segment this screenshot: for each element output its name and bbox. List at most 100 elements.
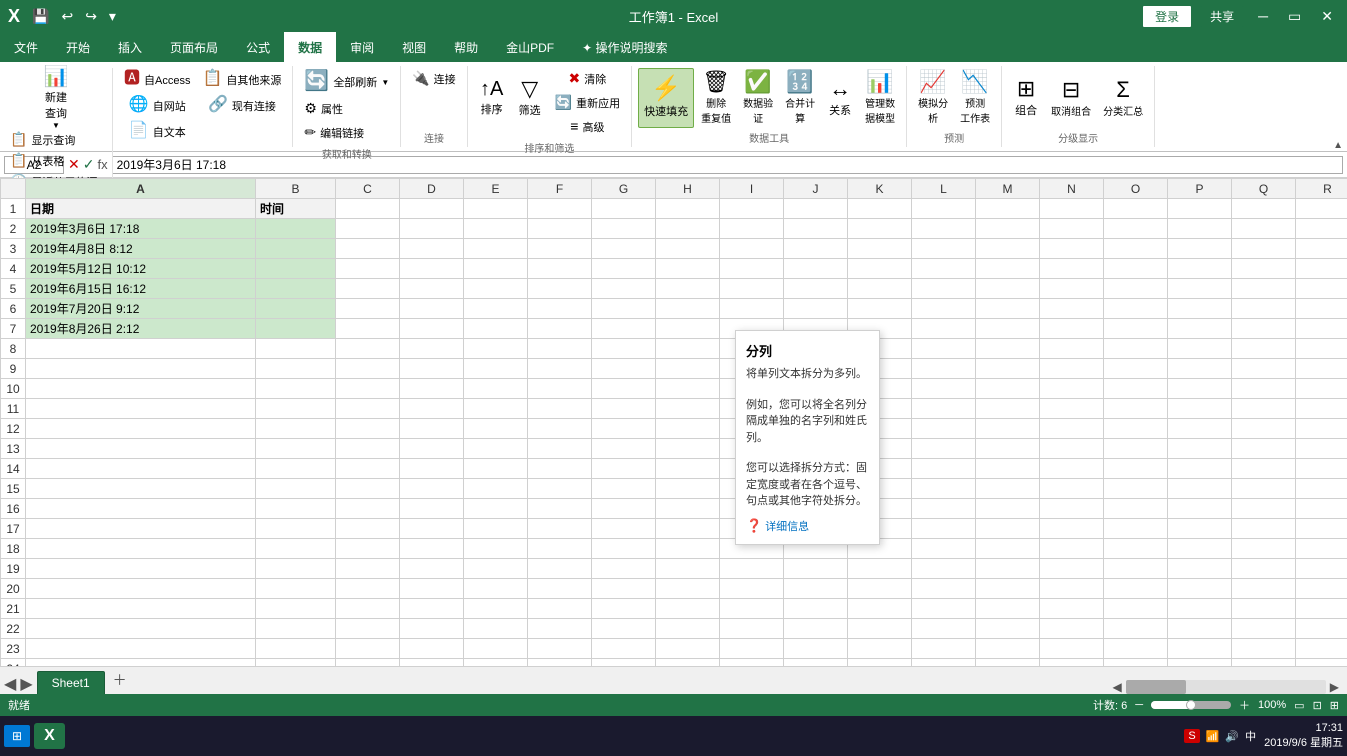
cell-q11[interactable]	[1232, 399, 1296, 419]
cell-n14[interactable]	[1040, 459, 1104, 479]
cell-l8[interactable]	[912, 339, 976, 359]
show-query-btn[interactable]: 📋显示查询	[6, 130, 106, 150]
cell-b15[interactable]	[256, 479, 336, 499]
cell-d4[interactable]	[400, 259, 464, 279]
start-button[interactable]: ⊞	[4, 725, 30, 747]
cell-m11[interactable]	[976, 399, 1040, 419]
cell-q14[interactable]	[1232, 459, 1296, 479]
table-row[interactable]: 15	[1, 479, 1347, 499]
cell-a6[interactable]: 2019年7月20日 9:12	[26, 299, 256, 319]
cell-g20[interactable]	[592, 579, 656, 599]
table-row[interactable]: 8	[1, 339, 1347, 359]
cell-g10[interactable]	[592, 379, 656, 399]
cell-h14[interactable]	[656, 459, 720, 479]
cell-a16[interactable]	[26, 499, 256, 519]
cell-n4[interactable]	[1040, 259, 1104, 279]
cell-e9[interactable]	[464, 359, 528, 379]
cell-a19[interactable]	[26, 559, 256, 579]
cell-a22[interactable]	[26, 619, 256, 639]
cell-f15[interactable]	[528, 479, 592, 499]
cell-o16[interactable]	[1104, 499, 1168, 519]
cell-h23[interactable]	[656, 639, 720, 659]
cell-c12[interactable]	[336, 419, 400, 439]
cell-f17[interactable]	[528, 519, 592, 539]
cell-q3[interactable]	[1232, 239, 1296, 259]
table-row[interactable]: 72019年8月26日 2:12	[1, 319, 1347, 339]
cell-g4[interactable]	[592, 259, 656, 279]
cell-b1[interactable]: 时间	[256, 199, 336, 219]
zoom-in-icon[interactable]: ＋	[1239, 697, 1250, 713]
cell-m13[interactable]	[976, 439, 1040, 459]
cell-o14[interactable]	[1104, 459, 1168, 479]
cell-h21[interactable]	[656, 599, 720, 619]
cell-o18[interactable]	[1104, 539, 1168, 559]
login-button[interactable]: 登录	[1142, 5, 1192, 28]
cell-h24[interactable]	[656, 659, 720, 667]
excel-taskbar-btn[interactable]: X	[34, 723, 65, 749]
cell-i24[interactable]	[720, 659, 784, 667]
tab-help[interactable]: 帮助	[440, 32, 492, 62]
cell-h16[interactable]	[656, 499, 720, 519]
table-row[interactable]: 14	[1, 459, 1347, 479]
cell-e18[interactable]	[464, 539, 528, 559]
cell-p15[interactable]	[1168, 479, 1232, 499]
cell-n20[interactable]	[1040, 579, 1104, 599]
cell-m9[interactable]	[976, 359, 1040, 379]
cell-c3[interactable]	[336, 239, 400, 259]
cell-f9[interactable]	[528, 359, 592, 379]
refresh-all-btn[interactable]: 🔄 全部刷新 ▼	[299, 68, 394, 96]
cell-d6[interactable]	[400, 299, 464, 319]
cell-b16[interactable]	[256, 499, 336, 519]
cell-r18[interactable]	[1296, 539, 1347, 559]
cell-p18[interactable]	[1168, 539, 1232, 559]
undo-icon[interactable]: ↩	[57, 6, 77, 27]
cell-r21[interactable]	[1296, 599, 1347, 619]
cell-l21[interactable]	[912, 599, 976, 619]
cell-p4[interactable]	[1168, 259, 1232, 279]
cell-d2[interactable]	[400, 219, 464, 239]
cell-c9[interactable]	[336, 359, 400, 379]
cell-q4[interactable]	[1232, 259, 1296, 279]
table-row[interactable]: 22	[1, 619, 1347, 639]
cell-p13[interactable]	[1168, 439, 1232, 459]
cell-n2[interactable]	[1040, 219, 1104, 239]
cell-b2[interactable]	[256, 219, 336, 239]
tab-jinshan-pdf[interactable]: 金山PDF	[492, 32, 568, 62]
cell-d10[interactable]	[400, 379, 464, 399]
table-row[interactable]: 24	[1, 659, 1347, 667]
cell-b17[interactable]	[256, 519, 336, 539]
table-row[interactable]: 12	[1, 419, 1347, 439]
cell-k2[interactable]	[848, 219, 912, 239]
cell-b7[interactable]	[256, 319, 336, 339]
cell-l18[interactable]	[912, 539, 976, 559]
cell-o3[interactable]	[1104, 239, 1168, 259]
cell-g16[interactable]	[592, 499, 656, 519]
cell-k6[interactable]	[848, 299, 912, 319]
cell-b23[interactable]	[256, 639, 336, 659]
cell-r10[interactable]	[1296, 379, 1347, 399]
cell-k24[interactable]	[848, 659, 912, 667]
cell-a2[interactable]: 2019年3月6日 17:18	[26, 219, 256, 239]
cell-f19[interactable]	[528, 559, 592, 579]
cell-d9[interactable]	[400, 359, 464, 379]
cell-d21[interactable]	[400, 599, 464, 619]
cell-g23[interactable]	[592, 639, 656, 659]
cell-a8[interactable]	[26, 339, 256, 359]
cell-n12[interactable]	[1040, 419, 1104, 439]
cell-b8[interactable]	[256, 339, 336, 359]
cell-d15[interactable]	[400, 479, 464, 499]
cell-o20[interactable]	[1104, 579, 1168, 599]
cell-o12[interactable]	[1104, 419, 1168, 439]
cell-r12[interactable]	[1296, 419, 1347, 439]
cell-j5[interactable]	[784, 279, 848, 299]
cell-p17[interactable]	[1168, 519, 1232, 539]
cell-h12[interactable]	[656, 419, 720, 439]
cell-l20[interactable]	[912, 579, 976, 599]
cell-a21[interactable]	[26, 599, 256, 619]
cell-a5[interactable]: 2019年6月15日 16:12	[26, 279, 256, 299]
tab-pagelayout[interactable]: 页面布局	[156, 32, 232, 62]
zoom-out-icon[interactable]: ─	[1135, 699, 1143, 711]
cell-f2[interactable]	[528, 219, 592, 239]
cell-f5[interactable]	[528, 279, 592, 299]
cell-h9[interactable]	[656, 359, 720, 379]
